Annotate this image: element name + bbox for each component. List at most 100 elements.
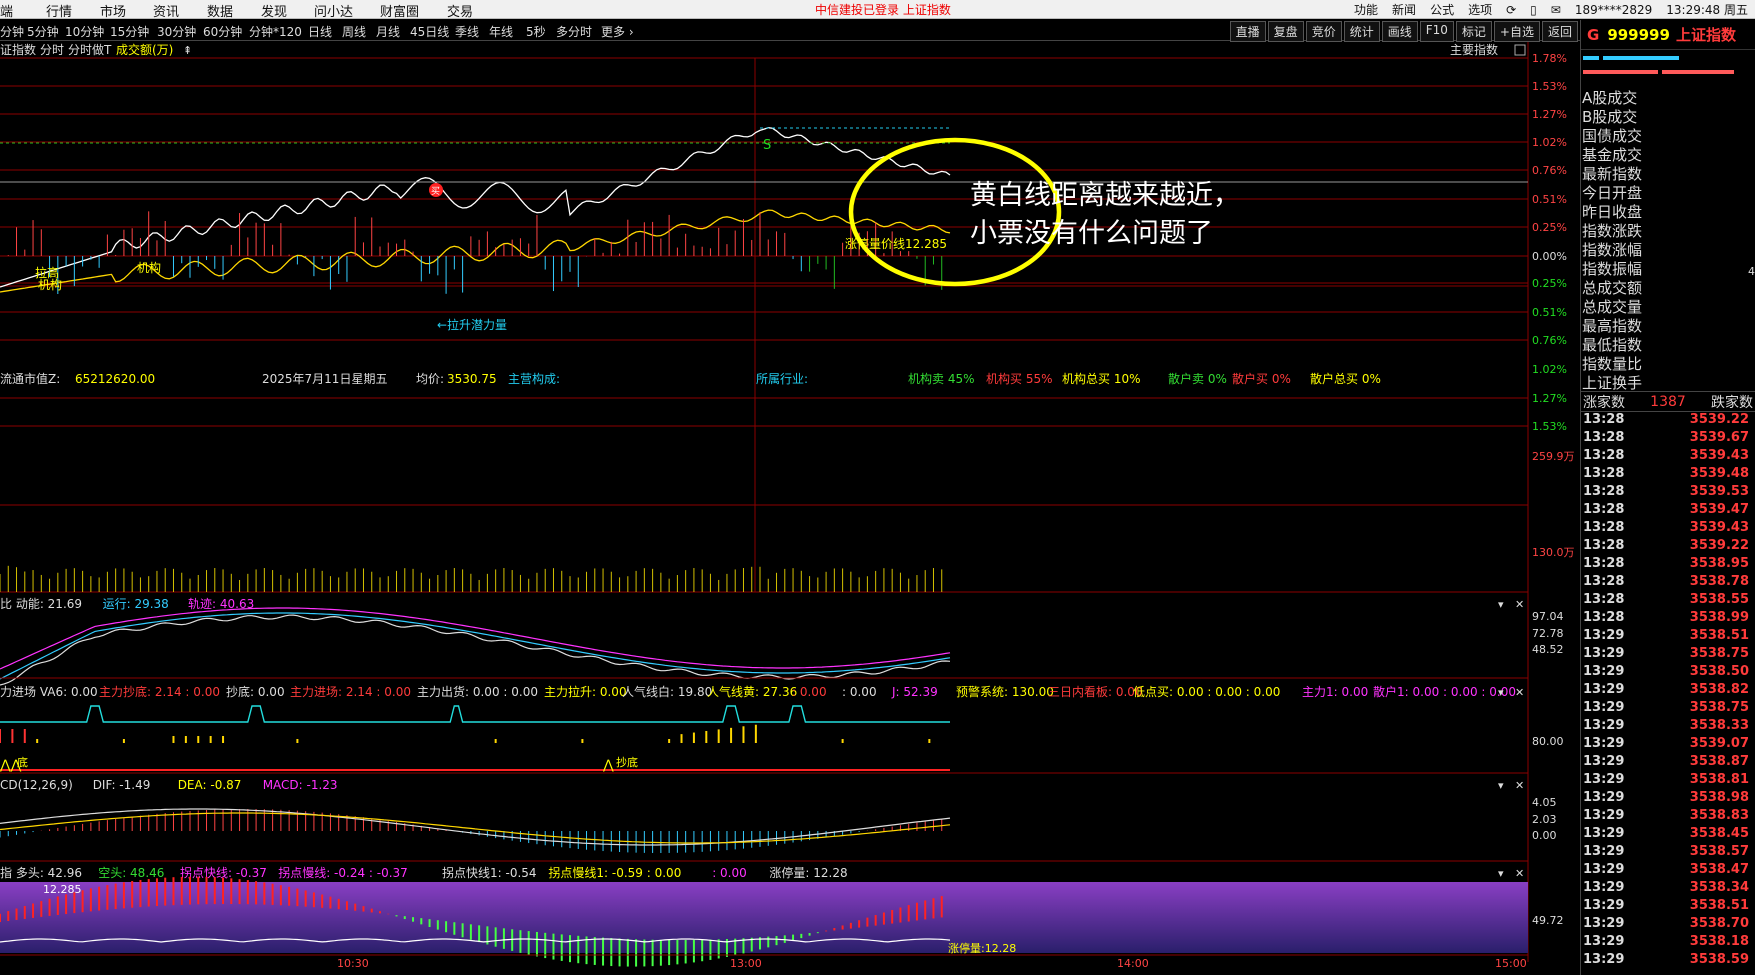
indicator-panel-3: CD(12,26,9) DIF: -1.49 DEA: -0.87 MACD: -1.… xyxy=(0,778,1557,862)
period-year[interactable]: 年线 xyxy=(489,23,513,40)
collapse-icon[interactable]: ▾ xyxy=(1498,686,1504,699)
phone-icon[interactable]: ▯ xyxy=(1530,3,1537,17)
tab-turnover[interactable]: 成交额(万) xyxy=(116,42,173,57)
tick-time: 13:28 xyxy=(1583,538,1625,553)
period-120min[interactable]: 分钟*120 xyxy=(249,23,302,40)
period-week[interactable]: 周线 xyxy=(342,23,366,40)
period-multi[interactable]: 多分时 xyxy=(556,23,592,40)
window-toggle-icon[interactable] xyxy=(1514,44,1526,56)
tick-list[interactable]: 13:28 3539.22 13:28 3539.67 13:28 3539.43 13:2… xyxy=(1581,412,1755,970)
menu-item-ask[interactable]: 问小达 xyxy=(314,1,353,20)
mail-icon[interactable]: ✉ xyxy=(1551,3,1561,17)
main-volume-bars xyxy=(7,211,943,295)
legend-item: 主力出货: 0.00 : 0.00 xyxy=(417,684,538,699)
user-account[interactable]: 189****2829 xyxy=(1575,3,1652,17)
flow-item: 机构卖 45% xyxy=(908,371,975,386)
quote-field-label: 最高指数 xyxy=(1582,317,1643,335)
period-10min[interactable]: 10分钟 xyxy=(65,23,104,40)
ind1-run-line xyxy=(0,612,951,680)
legend-item: 主力1: 0.00 xyxy=(1302,685,1368,699)
tab-intraday-t[interactable]: 分时做T xyxy=(68,42,112,57)
mark-button[interactable]: 标记 xyxy=(1455,21,1492,42)
quote-g-label: G xyxy=(1587,25,1600,44)
settings-arrow-icon[interactable]: ⇞ xyxy=(183,44,192,57)
quote-field-label: 指数涨幅 xyxy=(1582,241,1643,259)
auction-button[interactable]: 竞价 xyxy=(1305,21,1342,42)
collapse-icon[interactable]: ▾ xyxy=(1498,598,1504,611)
close-icon[interactable]: ✕ xyxy=(1515,867,1524,880)
period-30min[interactable]: 30分钟 xyxy=(157,23,196,40)
period-quarter[interactable]: 季线 xyxy=(455,23,479,40)
tick-row: 13:28 3539.43 xyxy=(1581,448,1755,466)
collapse-icon[interactable]: ▾ xyxy=(1498,779,1504,792)
menu-item-news[interactable]: 资讯 xyxy=(153,1,179,20)
intraday-chart[interactable]: 证指数 分时 分时做T 成交额(万) ⇞ 主要指数 1.78% 1.53% 1.27… xyxy=(0,42,1580,975)
menu-item-terminal[interactable]: 端 xyxy=(0,1,13,20)
close-icon[interactable]: ✕ xyxy=(1515,779,1524,792)
back-button[interactable]: 返回 xyxy=(1541,21,1578,42)
menu-item-wealth[interactable]: 财富圈 xyxy=(380,1,419,20)
tick-price: 3539.47 xyxy=(1689,502,1749,517)
period-day[interactable]: 日线 xyxy=(308,23,332,40)
tick-row: 13:28 3539.22 xyxy=(1581,538,1755,556)
period-60min[interactable]: 60分钟 xyxy=(203,23,242,40)
date-label: 2025年7月11日星期五 xyxy=(262,372,387,386)
menu-bar: 端 行情 市场 资讯 数据 发现 问小达 财富圈 交易 中信建投已登录 上证指数… xyxy=(0,0,1755,20)
tick-price: 3538.98 xyxy=(1689,790,1749,805)
tick-time: 13:29 xyxy=(1583,934,1625,949)
chart-area[interactable]: 证指数 分时 分时做T 成交额(万) ⇞ 主要指数 1.78% 1.53% 1.27… xyxy=(0,42,1580,975)
menu-item-data[interactable]: 数据 xyxy=(207,1,233,20)
f10-button[interactable]: F10 xyxy=(1419,21,1454,42)
quote-field-label: 指数量比 xyxy=(1582,355,1643,373)
close-icon[interactable]: ✕ xyxy=(1515,686,1524,699)
legend-item: 散户1: 0.00 : 0.00 : 0.00 xyxy=(1373,684,1516,699)
volume-tick-2: 130.0万 xyxy=(1532,546,1575,559)
tick-row: 13:29 3538.98 xyxy=(1581,790,1755,808)
menu-options[interactable]: 选项 xyxy=(1468,1,1492,18)
tick-price: 3539.07 xyxy=(1689,736,1749,751)
tick-price: 3538.70 xyxy=(1689,916,1749,931)
tick-row: 13:28 3539.48 xyxy=(1581,466,1755,484)
period-month[interactable]: 月线 xyxy=(376,23,400,40)
stats-button[interactable]: 统计 xyxy=(1343,21,1380,42)
main-index-label[interactable]: 主要指数 xyxy=(1450,42,1498,57)
period-1min[interactable]: 分钟 xyxy=(0,23,24,40)
collapse-icon[interactable]: ▾ xyxy=(1498,867,1504,880)
ind3-tick-1: 4.05 xyxy=(1532,796,1557,809)
tick-row: 13:29 3538.70 xyxy=(1581,916,1755,934)
add-watchlist-button[interactable]: +自选 xyxy=(1493,21,1540,42)
menu-formula[interactable]: 公式 xyxy=(1430,1,1454,18)
pct-tick: 1.02% xyxy=(1532,363,1567,376)
menu-item-discover[interactable]: 发现 xyxy=(261,1,287,20)
tick-price: 3538.18 xyxy=(1689,934,1749,949)
live-button[interactable]: 直播 xyxy=(1229,21,1266,42)
tick-price: 3538.51 xyxy=(1689,628,1749,643)
menu-item-market[interactable]: 市场 xyxy=(100,1,126,20)
period-more[interactable]: 更多 › xyxy=(601,23,634,40)
refresh-icon[interactable]: ⟳ xyxy=(1506,3,1516,17)
tick-row: 13:29 3538.83 xyxy=(1581,808,1755,826)
menu-item-trade[interactable]: 交易 xyxy=(447,1,473,20)
menu-news[interactable]: 新闻 xyxy=(1392,1,1416,18)
ind2-sentiment-line xyxy=(0,705,950,723)
period-5sec[interactable]: 5秒 xyxy=(526,23,546,40)
close-icon[interactable]: ✕ xyxy=(1515,598,1524,611)
tick-row: 13:29 3538.51 xyxy=(1581,628,1755,646)
replay-button[interactable]: 复盘 xyxy=(1267,21,1304,42)
ind4-bottom-label: 涨停量:12.28 xyxy=(948,941,1016,955)
quote-code: 999999 xyxy=(1607,25,1670,44)
legend-item: 空头: 48.46 xyxy=(98,866,164,880)
period-45day[interactable]: 45日线 xyxy=(410,23,449,40)
tick-price: 3538.75 xyxy=(1689,700,1749,715)
draw-button[interactable]: 画线 xyxy=(1381,21,1418,42)
label-institution-1: 机构 xyxy=(137,260,161,275)
pct-tick: 0.00% xyxy=(1532,250,1567,263)
tick-price: 3538.75 xyxy=(1689,646,1749,661)
tab-intraday[interactable]: 分时 xyxy=(40,43,64,57)
tick-time: 13:29 xyxy=(1583,772,1625,787)
menu-function[interactable]: 功能 xyxy=(1354,1,1378,18)
menu-item-quotes[interactable]: 行情 xyxy=(46,1,72,20)
quote-header[interactable]: G 999999 上证指数 xyxy=(1581,20,1755,50)
period-15min[interactable]: 15分钟 xyxy=(110,23,149,40)
period-5min[interactable]: 5分钟 xyxy=(27,23,59,40)
